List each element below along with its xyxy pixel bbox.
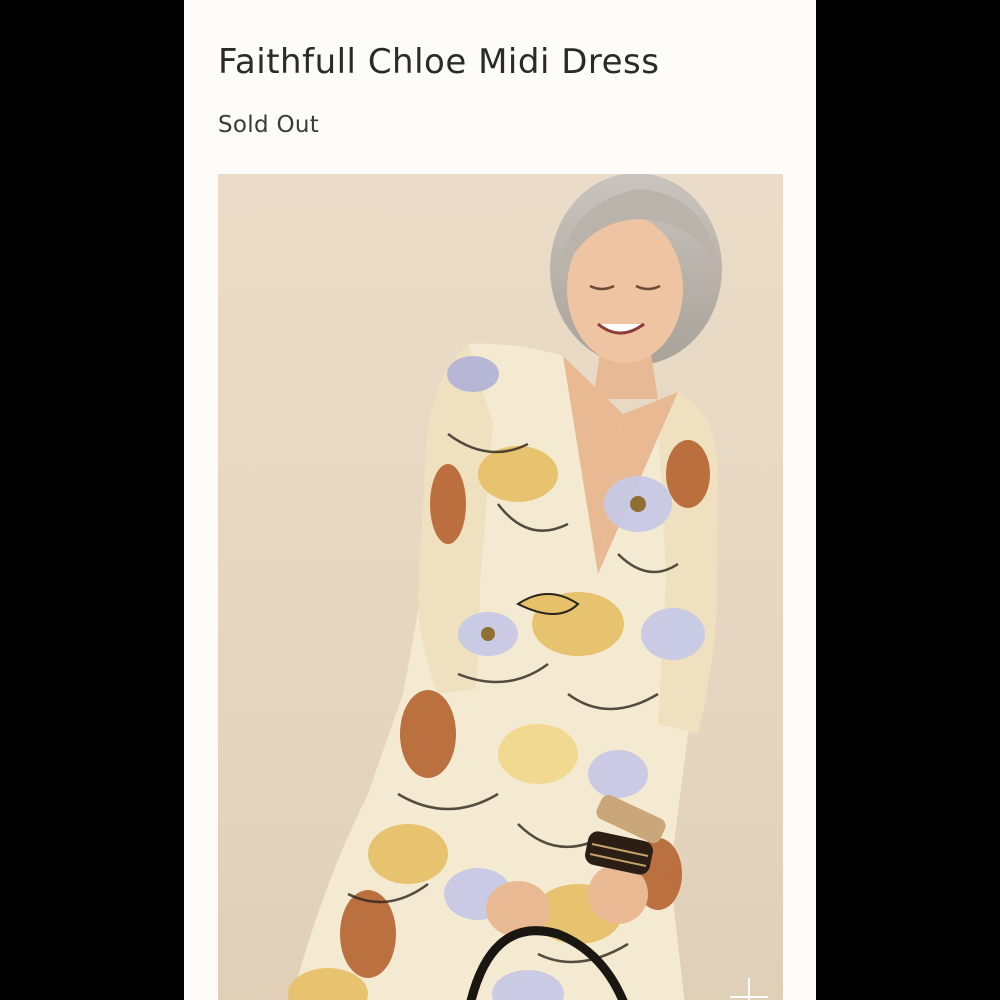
model-photo — [288, 174, 722, 1000]
plus-icon — [730, 978, 768, 1000]
product-title: Faithfull Chloe Midi Dress — [218, 42, 660, 82]
stock-status: Sold Out — [218, 112, 320, 138]
product-image[interactable] — [218, 174, 783, 1000]
product-page: Faithfull Chloe Midi Dress Sold Out — [184, 0, 816, 1000]
zoom-button[interactable] — [724, 972, 774, 1000]
